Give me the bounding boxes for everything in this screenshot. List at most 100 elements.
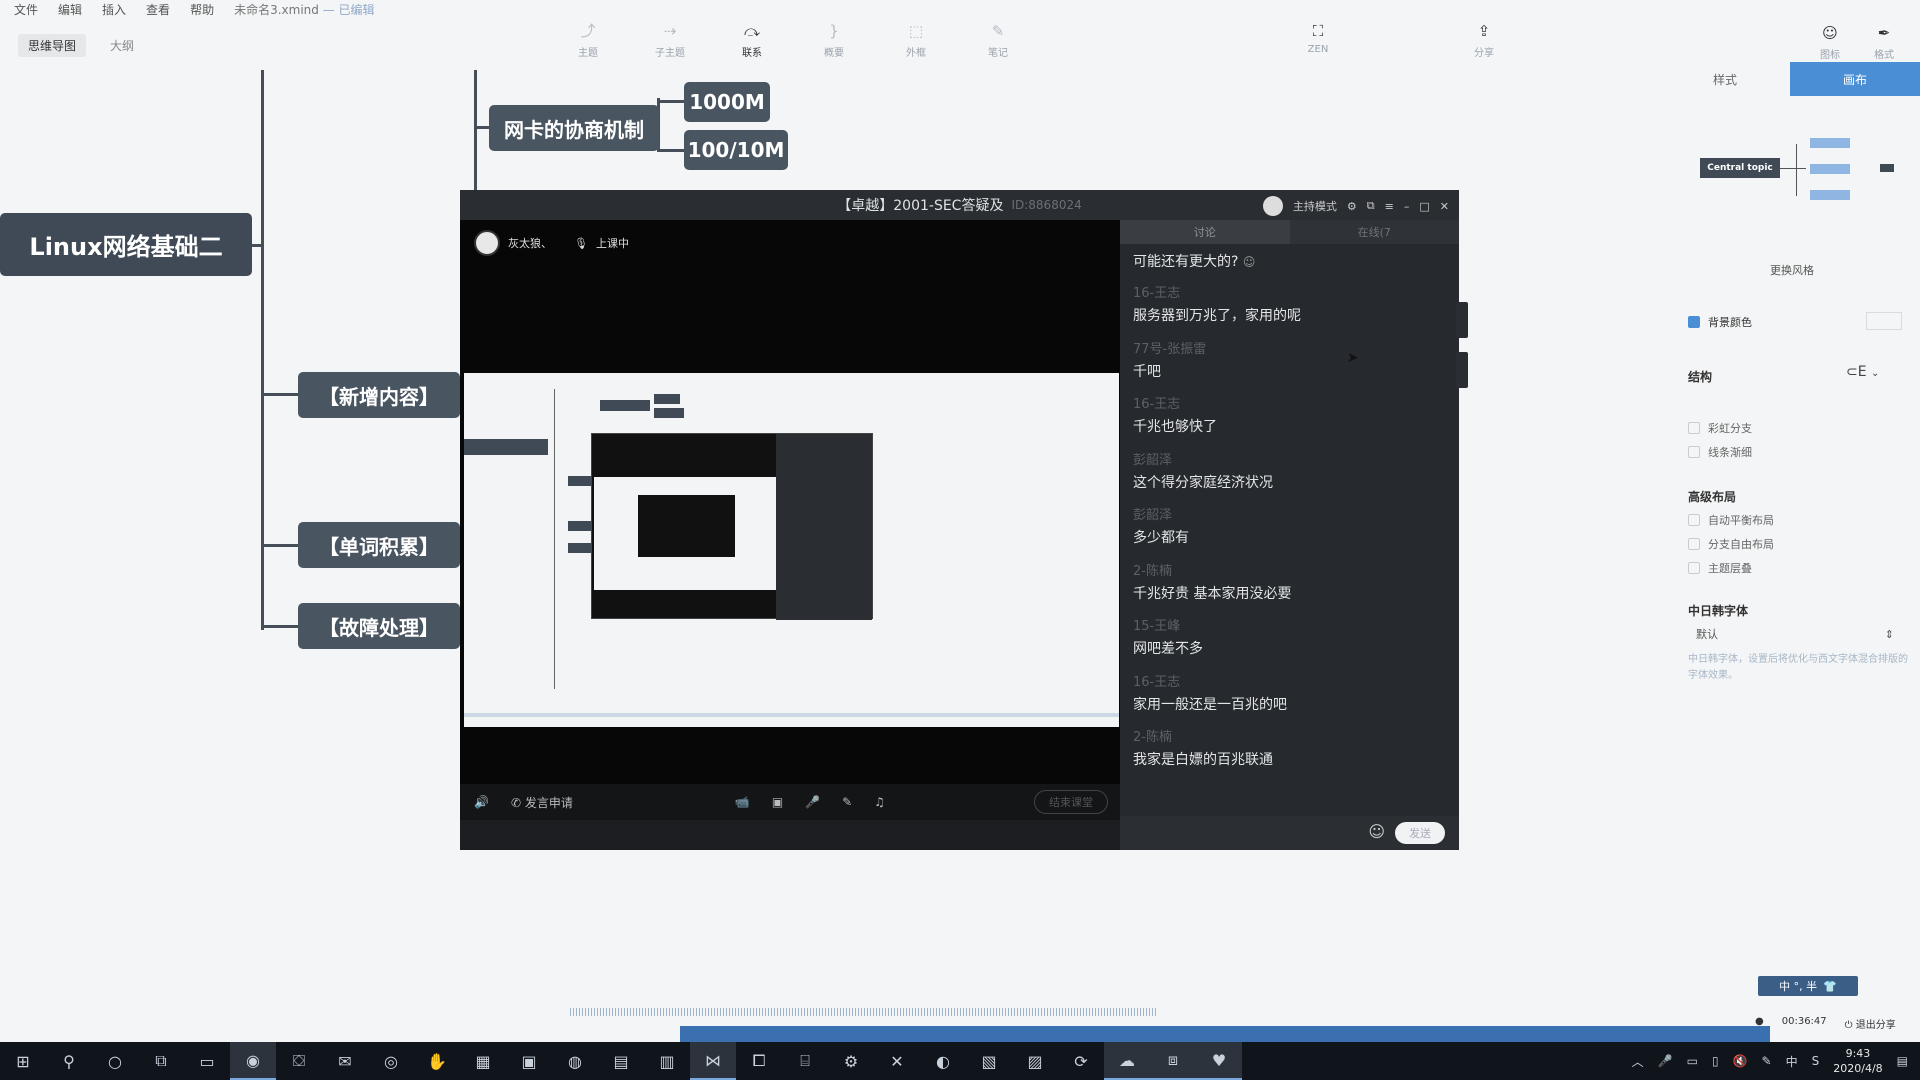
topic-100-10m[interactable]: 100/10M xyxy=(684,130,788,170)
note-button[interactable]: ✎ 笔记 xyxy=(970,22,1026,59)
tab-canvas[interactable]: 画布 xyxy=(1790,62,1920,96)
steam-icon[interactable]: ⚙ xyxy=(828,1042,874,1080)
menu-help[interactable]: 帮助 xyxy=(190,1,214,18)
datagrip-icon[interactable]: ▦ xyxy=(460,1042,506,1080)
pen-icon[interactable]: ✎ xyxy=(1762,1054,1772,1068)
mic-icon[interactable]: 🎤 xyxy=(805,795,820,809)
boundary-button[interactable]: ⬚ 外框 xyxy=(888,22,944,59)
menu-icon[interactable]: ≡ xyxy=(1385,200,1394,213)
free-layout-option[interactable]: 分支自由布局 xyxy=(1688,536,1774,552)
menu-file[interactable]: 文件 xyxy=(14,1,38,18)
format-button[interactable]: ✒ 格式 xyxy=(1864,24,1904,61)
mic-tray-icon[interactable]: 🎤 xyxy=(1658,1054,1673,1068)
mail-icon[interactable]: ✉ xyxy=(322,1042,368,1080)
vscode-icon[interactable]: ⋈ xyxy=(690,1042,736,1080)
maximize-icon[interactable]: □ xyxy=(1419,200,1429,213)
central-topic[interactable]: Linux网络基础二 xyxy=(0,213,252,276)
side-handle[interactable] xyxy=(1456,302,1468,338)
network-icon[interactable]: ▯ xyxy=(1712,1054,1719,1068)
task-view-icon[interactable]: ⧉ xyxy=(138,1042,184,1080)
music-icon[interactable]: ♫ xyxy=(874,795,885,809)
battery-icon[interactable]: ▭ xyxy=(1687,1054,1698,1068)
zen-button[interactable]: ⛶ ZEN xyxy=(1290,22,1346,59)
ime-tray-icon[interactable]: 中 xyxy=(1786,1053,1798,1070)
app4-icon[interactable]: ⟳ xyxy=(1058,1042,1104,1080)
live-class-app-icon[interactable]: ♥ xyxy=(1196,1042,1242,1080)
app-icon[interactable]: ✋ xyxy=(414,1042,460,1080)
send-button[interactable]: 发送 xyxy=(1395,822,1445,844)
cjk-font-select[interactable]: 默认 ⇕ xyxy=(1688,624,1894,644)
topic-1000m[interactable]: 1000M xyxy=(684,82,770,122)
notification-icon[interactable]: ▤ xyxy=(1897,1054,1908,1068)
store-icon[interactable]: ⛋ xyxy=(276,1042,322,1080)
menu-view[interactable]: 查看 xyxy=(146,1,170,18)
rainbow-option[interactable]: 彩虹分支 xyxy=(1688,420,1752,436)
ime-indicator[interactable]: 中 °, 半 👕 xyxy=(1758,976,1858,996)
checkbox[interactable] xyxy=(1688,422,1700,434)
auto-balance-option[interactable]: 自动平衡布局 xyxy=(1688,512,1774,528)
windows-start-icon[interactable]: ⊞ xyxy=(0,1042,46,1080)
checkbox[interactable] xyxy=(1688,538,1700,550)
bg-color-swatch[interactable] xyxy=(1866,312,1902,330)
edit-icon[interactable]: ✎ xyxy=(842,795,852,809)
end-class-button[interactable]: 结束课堂 xyxy=(1034,790,1108,814)
icon-panel-button[interactable]: ☺ 图标 xyxy=(1810,24,1850,61)
camera-app-icon[interactable]: ⌸ xyxy=(782,1042,828,1080)
minimize-icon[interactable]: – xyxy=(1404,200,1410,213)
exit-share-button[interactable]: ⏻ 退出分享 xyxy=(1845,1016,1896,1031)
bg-color-option[interactable]: 背景颜色 xyxy=(1688,314,1752,330)
checkbox-checked[interactable] xyxy=(1688,316,1700,328)
volume-mute-icon[interactable]: 🔇 xyxy=(1733,1054,1748,1068)
browser-icon[interactable]: ◎ xyxy=(368,1042,414,1080)
goland-icon[interactable]: ◍ xyxy=(552,1042,598,1080)
remote-desktop-icon[interactable]: ⧠ xyxy=(736,1042,782,1080)
camera-icon[interactable]: 📹 xyxy=(735,795,750,809)
tab-discussion[interactable]: 讨论 xyxy=(1120,220,1290,244)
xmind-icon[interactable]: ✕ xyxy=(874,1042,920,1080)
theme-preview[interactable]: Central topic xyxy=(1700,136,1900,206)
screen-share-app-icon[interactable]: ⧈ xyxy=(1150,1042,1196,1080)
share-button[interactable]: ⇪ 分享 xyxy=(1456,22,1512,59)
photoshop-icon[interactable]: ▥ xyxy=(644,1042,690,1080)
chat-input-bar[interactable]: ☺ 发送 xyxy=(1120,816,1459,850)
topic-vocabulary[interactable]: 【单词积累】 xyxy=(298,522,460,568)
excel-icon[interactable]: ▧ xyxy=(966,1042,1012,1080)
popout-icon[interactable]: ⧉ xyxy=(1367,199,1375,213)
apply-speak-button[interactable]: ✆ 发言申请 xyxy=(511,794,573,811)
speaker-icon[interactable]: 🔊 xyxy=(474,795,489,809)
tab-mindmap[interactable]: 思维导图 xyxy=(18,34,87,57)
structure-dropdown[interactable]: ⊂E ⌄ xyxy=(1846,364,1879,380)
wechat-icon[interactable]: ☁ xyxy=(1104,1042,1150,1080)
side-handle[interactable] xyxy=(1456,352,1468,388)
topic-button[interactable]: ⤴ 主题 xyxy=(560,22,616,59)
chevron-up-icon[interactable]: ︿ xyxy=(1632,1053,1644,1070)
cortana-icon[interactable]: ○ xyxy=(92,1042,138,1080)
app2-icon[interactable]: ◐ xyxy=(920,1042,966,1080)
search-icon[interactable]: ⚲ xyxy=(46,1042,92,1080)
menu-insert[interactable]: 插入 xyxy=(102,1,126,18)
topic-troubleshooting[interactable]: 【故障处理】 xyxy=(298,603,460,649)
menu-edit[interactable]: 编辑 xyxy=(58,1,82,18)
checkbox[interactable] xyxy=(1688,514,1700,526)
topic-nic-negotiation[interactable]: 网卡的协商机制 xyxy=(489,105,659,151)
subtopic-button[interactable]: ⇢ 子主题 xyxy=(642,22,698,59)
app3-icon[interactable]: ▨ xyxy=(1012,1042,1058,1080)
change-style-link[interactable]: 更换风格 xyxy=(1770,262,1814,278)
file-explorer-icon[interactable]: ▭ xyxy=(184,1042,230,1080)
tab-style[interactable]: 样式 xyxy=(1660,62,1790,96)
tab-outline[interactable]: 大纲 xyxy=(100,34,144,57)
emoji-icon[interactable]: ☺ xyxy=(1368,822,1385,841)
checkbox[interactable] xyxy=(1688,446,1700,458)
relationship-button[interactable]: ⤼ 联系 xyxy=(724,22,780,59)
pycharm-icon[interactable]: ▤ xyxy=(598,1042,644,1080)
sogou-icon[interactable]: S xyxy=(1812,1054,1820,1068)
screen-share-icon[interactable]: ▣ xyxy=(772,795,783,809)
overlap-option[interactable]: 主题层叠 xyxy=(1688,560,1752,576)
clock[interactable]: 9:43 2020/4/8 xyxy=(1833,1046,1882,1076)
canvas-scrollbar[interactable] xyxy=(570,1008,1158,1016)
close-icon[interactable]: ✕ xyxy=(1440,200,1449,213)
chrome-icon[interactable]: ◉ xyxy=(230,1042,276,1080)
thin-line-option[interactable]: 线条渐细 xyxy=(1688,444,1752,460)
checkbox[interactable] xyxy=(1688,562,1700,574)
summary-button[interactable]: } 概要 xyxy=(806,22,862,59)
